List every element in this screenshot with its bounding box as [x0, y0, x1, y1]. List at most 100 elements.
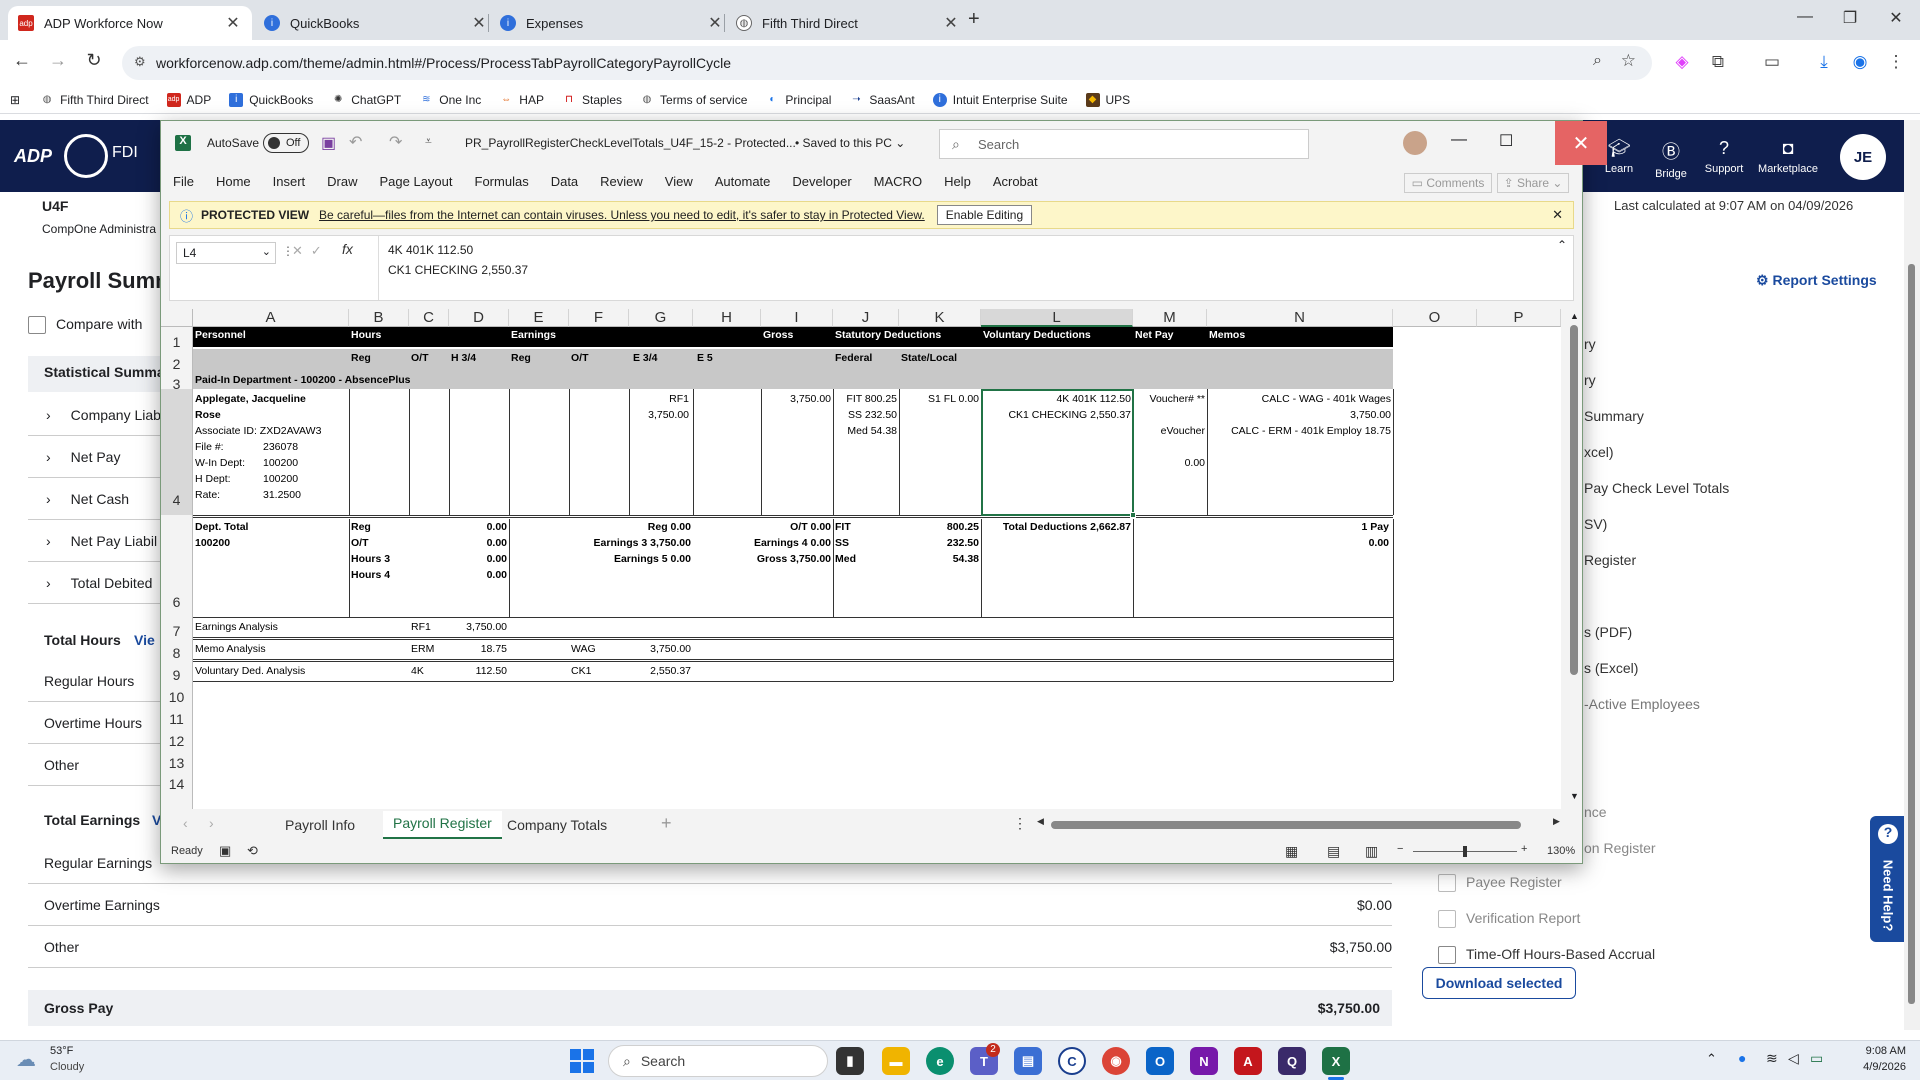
row-header[interactable]: 7 [161, 617, 193, 639]
menu-page-layout[interactable]: Page Layout [380, 174, 453, 189]
sheet-tab-payroll-info[interactable]: Payroll Info [285, 817, 355, 833]
col-header[interactable]: C [409, 309, 449, 327]
fill-handle[interactable] [1130, 512, 1136, 518]
tab-adp[interactable]: adp ADP Workforce Now ✕ [8, 6, 252, 40]
scroll-right-icon[interactable]: ▶ [1553, 816, 1560, 827]
verification-report-checkbox[interactable]: Verification Report [1438, 910, 1580, 929]
row-header[interactable]: 9 [161, 661, 193, 683]
onenote-icon[interactable]: N [1190, 1047, 1218, 1075]
row-header[interactable]: 1 [161, 327, 193, 350]
add-sheet-icon[interactable]: + [661, 813, 672, 834]
menu-home[interactable]: Home [216, 174, 251, 189]
scrollbar-thumb[interactable] [1570, 325, 1578, 675]
outlook-icon[interactable]: O [1146, 1047, 1174, 1075]
bookmark-quickbooks[interactable]: i QuickBooks [229, 92, 313, 107]
bookmark-adp[interactable]: adp ADP [166, 92, 211, 107]
site-info-icon[interactable]: ⚙ [134, 54, 146, 70]
bookmark-star-icon[interactable]: ☆ [1621, 51, 1636, 71]
zoom-icon[interactable]: ⌕ [1593, 52, 1602, 70]
view-hours-link[interactable]: Vie [134, 632, 155, 648]
close-tab-icon[interactable]: ✕ [470, 13, 488, 33]
scroll-down-icon[interactable]: ▼ [1570, 791, 1579, 801]
col-header[interactable]: I [761, 309, 833, 327]
clock-time[interactable]: 9:08 AM [1836, 1045, 1906, 1057]
tab-search-icon[interactable]: ▭ [1760, 52, 1784, 72]
download-selected-button[interactable]: Download selected [1422, 967, 1576, 999]
col-header[interactable]: A [193, 309, 349, 327]
extension-icon[interactable]: ◈ [1670, 52, 1694, 72]
next-sheet-icon[interactable]: › [209, 815, 214, 831]
page-break-view-icon[interactable]: ▥ [1365, 843, 1378, 860]
page-scrollbar[interactable] [1904, 120, 1920, 1030]
minimize-icon[interactable]: — [1785, 8, 1825, 26]
col-header[interactable]: F [569, 309, 629, 327]
saved-status[interactable]: • Saved to this PC ⌄ [795, 136, 905, 150]
sheet-options-icon[interactable]: ⋮ [1013, 815, 1027, 832]
vertical-scrollbar[interactable]: ▲ ▼ [1567, 311, 1581, 807]
col-header[interactable]: P [1477, 309, 1561, 327]
extensions-puzzle-icon[interactable]: ⧉ [1706, 52, 1730, 72]
forward-icon[interactable]: → [46, 50, 70, 71]
report-item[interactable]: ry [1584, 336, 1596, 352]
close-tab-icon[interactable]: ✕ [706, 13, 724, 33]
col-header[interactable]: G [629, 309, 693, 327]
name-box[interactable]: L4 ⌄ [176, 242, 276, 264]
zoom-slider-handle[interactable] [1463, 846, 1467, 857]
save-icon[interactable]: ▣ [321, 133, 336, 153]
comments-button[interactable]: ▭ Comments [1404, 173, 1492, 193]
row-header[interactable]: 13 [161, 749, 193, 771]
edge-icon[interactable]: e [926, 1047, 954, 1075]
bookmark-ups[interactable]: ◆ UPS [1085, 92, 1130, 107]
copilot-icon[interactable]: C [1058, 1047, 1086, 1075]
reload-icon[interactable]: ↻ [82, 50, 106, 71]
collapse-formula-bar-icon[interactable]: ⌃ [1557, 238, 1567, 252]
bookmark-one-inc[interactable]: ≋ One Inc [419, 93, 481, 107]
excel-minimize-icon[interactable]: — [1451, 131, 1467, 149]
bookmark-intuit-enterprise[interactable]: i Intuit Enterprise Suite [932, 92, 1068, 107]
nav-bridge[interactable]: Ⓑ Bridge [1643, 138, 1699, 180]
row-header[interactable]: 2 [161, 349, 193, 372]
zoom-out-icon[interactable]: − [1397, 843, 1403, 855]
zoom-level[interactable]: 130% [1547, 845, 1575, 857]
protected-view-message[interactable]: Be careful—files from the Internet can c… [319, 208, 925, 222]
row-header[interactable]: 8 [161, 639, 193, 661]
close-tab-icon[interactable]: ✕ [942, 13, 960, 33]
download-icon[interactable]: ⤓ [1812, 52, 1836, 72]
bookmark-principal[interactable]: ◐ Principal [765, 93, 831, 107]
menu-formulas[interactable]: Formulas [475, 174, 529, 189]
report-item[interactable]: Register [1584, 552, 1636, 568]
zoom-in-icon[interactable]: + [1521, 843, 1527, 855]
weather-temp[interactable]: 53°F [50, 1045, 73, 1057]
hscroll-thumb[interactable] [1051, 821, 1521, 829]
col-header[interactable]: D [449, 309, 509, 327]
time-off-accrual-checkbox[interactable]: Time-Off Hours-Based Accrual [1438, 946, 1655, 965]
back-icon[interactable]: ← [10, 50, 34, 71]
col-header[interactable]: B [349, 309, 409, 327]
remote-desktop-icon[interactable]: ▤ [1014, 1047, 1042, 1075]
menu-draw[interactable]: Draw [327, 174, 357, 189]
menu-kebab-icon[interactable]: ⋮ [1884, 52, 1908, 72]
col-header[interactable]: K [899, 309, 981, 327]
close-protected-bar-icon[interactable]: ✕ [1552, 207, 1563, 223]
scroll-up-icon[interactable]: ▲ [1570, 311, 1579, 321]
nav-support[interactable]: ? Support [1696, 138, 1752, 175]
col-header[interactable]: N [1207, 309, 1393, 327]
share-button[interactable]: ⇪ Share ⌄ [1497, 173, 1569, 193]
scroll-left-icon[interactable]: ◀ [1037, 816, 1044, 827]
bookmark-chatgpt[interactable]: ✺ ChatGPT [331, 93, 401, 107]
sheet-tab-company-totals[interactable]: Company Totals [507, 817, 607, 833]
app-icon[interactable]: Q [1278, 1047, 1306, 1075]
new-tab-icon[interactable]: + [968, 8, 980, 31]
excel-maximize-icon[interactable]: ☐ [1499, 131, 1513, 151]
customize-qat-icon[interactable]: ⩡ [425, 134, 432, 149]
report-item[interactable]: s (PDF) [1584, 624, 1632, 640]
report-item[interactable]: nce [1584, 804, 1607, 820]
spreadsheet-grid[interactable]: A B C D E F G H I J K L M N O P 1 2 3 4 … [161, 309, 1561, 809]
bookmark-terms[interactable]: ◍ Terms of service [640, 93, 748, 107]
menu-developer[interactable]: Developer [792, 174, 851, 189]
apps-grid-icon[interactable]: ⊞ [10, 93, 20, 107]
menu-macro[interactable]: MACRO [874, 174, 922, 189]
taskbar-search[interactable]: ⌕ Search [608, 1045, 828, 1077]
acrobat-icon[interactable]: A [1234, 1047, 1262, 1075]
row-header[interactable]: 10 [161, 683, 193, 705]
